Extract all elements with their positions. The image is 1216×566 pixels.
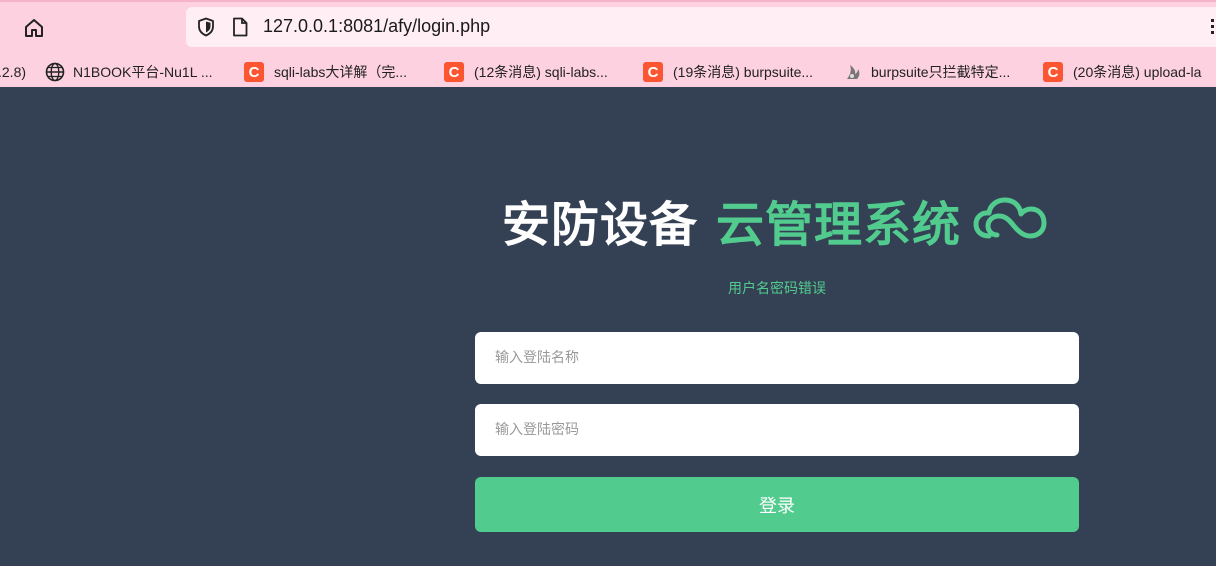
login-button[interactable]: 登录 bbox=[475, 477, 1079, 532]
title-prefix: 安防设备 bbox=[502, 197, 699, 253]
browser-nav-bar: 127.0.0.1:8081/afy/login.php bbox=[0, 2, 1216, 54]
home-button[interactable] bbox=[20, 14, 48, 42]
csdn-icon: C bbox=[643, 62, 663, 82]
bookmark-item[interactable]: C (12条消息) sqli-labs... bbox=[444, 61, 608, 83]
username-input[interactable] bbox=[475, 332, 1079, 384]
shield-icon[interactable] bbox=[196, 17, 216, 37]
bookmark-item[interactable]: C (19条消息) burpsuite... bbox=[643, 61, 813, 83]
password-input[interactable] bbox=[475, 404, 1079, 456]
bookmark-item[interactable]: .2.8) bbox=[0, 61, 26, 83]
bookmark-label: (12条消息) sqli-labs... bbox=[474, 64, 608, 80]
page-icon bbox=[233, 17, 248, 37]
bookmarks-bar: .2.8) N1BOOK平台-Nu1L ... C sqli-labs大详解（完… bbox=[0, 55, 1216, 89]
bookmark-label: sqli-labs大详解（完... bbox=[274, 64, 408, 80]
title-suffix: 云管理系统 bbox=[716, 197, 962, 253]
bookmark-item[interactable]: C sqli-labs大详解（完... bbox=[244, 61, 407, 83]
home-icon bbox=[25, 19, 43, 37]
csdn-icon: C bbox=[1043, 62, 1063, 82]
bookmark-label: .2.8) bbox=[0, 64, 27, 80]
menu-icon[interactable] bbox=[1211, 19, 1216, 35]
burp-icon bbox=[847, 65, 860, 79]
bookmark-item[interactable]: N1BOOK平台-Nu1L ... bbox=[45, 61, 213, 83]
url-text[interactable]: 127.0.0.1:8081/afy/login.php bbox=[263, 16, 490, 37]
bookmark-item[interactable]: burpsuite只拦截特定... bbox=[843, 61, 1010, 83]
bookmark-label: burpsuite只拦截特定... bbox=[871, 64, 1011, 80]
page-title: 安防设备 云管理系统 bbox=[502, 190, 1047, 253]
bookmark-label: N1BOOK平台-Nu1L ... bbox=[73, 64, 213, 80]
csdn-icon: C bbox=[244, 62, 264, 82]
error-message: 用户名密码错误 bbox=[728, 281, 826, 297]
globe-icon bbox=[45, 62, 65, 82]
csdn-icon: C bbox=[444, 62, 464, 82]
address-bar[interactable]: 127.0.0.1:8081/afy/login.php bbox=[186, 7, 1216, 47]
browser-chrome: 127.0.0.1:8081/afy/login.php .2.8) N1BOO… bbox=[0, 0, 1216, 87]
bookmark-label: (19条消息) burpsuite... bbox=[673, 64, 814, 80]
bookmark-label: (20条消息) upload-la bbox=[1073, 64, 1202, 80]
login-page: 安防设备 云管理系统 用户名密码错误 登录 bbox=[0, 87, 1216, 566]
cloud-icon bbox=[973, 197, 1047, 239]
bookmark-item[interactable]: C (20条消息) upload-la bbox=[1043, 61, 1201, 83]
